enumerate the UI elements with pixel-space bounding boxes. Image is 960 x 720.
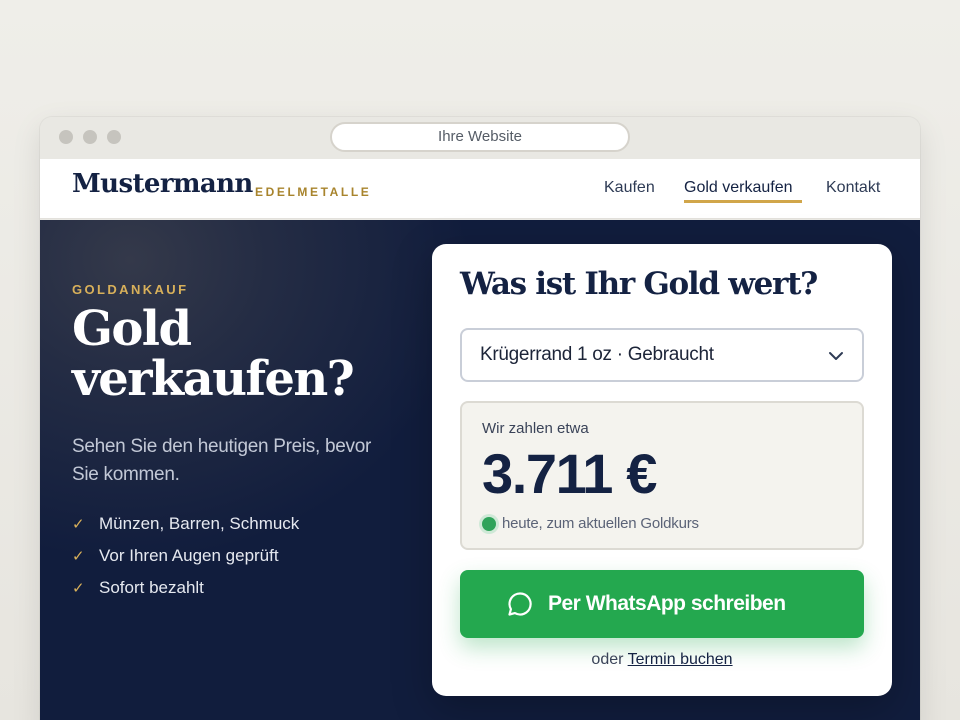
check-icon: ✓ — [72, 548, 85, 565]
check-icon: ✓ — [72, 516, 85, 533]
window-minimize-dot[interactable] — [83, 130, 97, 144]
nav-link-kontakt[interactable]: Kontakt — [826, 179, 880, 197]
book-appointment-link[interactable]: Termin buchen — [628, 651, 733, 668]
feature-label: Vor Ihren Augen geprüft — [99, 546, 279, 565]
product-select-value: Krügerrand 1 oz · Gebraucht — [480, 344, 714, 365]
window-maximize-dot[interactable] — [107, 130, 121, 144]
check-icon: ✓ — [72, 580, 85, 597]
headline-line-2: verkaufen? — [72, 351, 355, 407]
browser-chrome: Ihre Website — [40, 117, 920, 159]
address-bar[interactable]: Ihre Website — [330, 122, 630, 152]
feature-label: Münzen, Barren, Schmuck — [99, 514, 300, 533]
feature-list: ✓ Münzen, Barren, Schmuck ✓ Vor Ihren Auge… — [72, 514, 299, 610]
card-title: Was ist Ihr Gold wert? — [460, 266, 818, 302]
feature-item: ✓ Vor Ihren Augen geprüft — [72, 546, 299, 578]
feature-item: ✓ Sofort bezahlt — [72, 578, 299, 610]
chevron-down-icon — [829, 352, 843, 360]
quote-note: heute, zum aktuellen Goldkurs — [502, 515, 699, 532]
hero-section: GOLDANKAUF Gold verkaufen? Sehen Sie den… — [40, 220, 920, 720]
feature-item: ✓ Münzen, Barren, Schmuck — [72, 514, 299, 546]
whatsapp-button-label: Per WhatsApp schreiben — [548, 592, 786, 615]
hero-subtext: Sehen Sie den heutigen Preis, bevor Sie … — [72, 436, 371, 485]
price-card: Was ist Ihr Gold wert? Krügerrand 1 oz ·… — [432, 244, 892, 696]
alternative-action: oder Termin buchen — [432, 651, 892, 669]
browser-window: Ihre Website Mustermann EDELMETALLE Kauf… — [40, 117, 920, 720]
quote-price: 3.711 € — [482, 442, 657, 505]
brand-logo[interactable]: Mustermann — [72, 169, 253, 199]
window-close-dot[interactable] — [59, 130, 73, 144]
brand-suffix: EDELMETALLE — [255, 185, 372, 199]
quote-label: Wir zahlen etwa — [482, 420, 589, 437]
live-dot-icon — [482, 517, 496, 531]
hero-eyebrow: GOLDANKAUF — [72, 282, 189, 297]
feature-label: Sofort bezahlt — [99, 578, 204, 597]
product-select[interactable]: Krügerrand 1 oz · Gebraucht — [460, 328, 864, 382]
site-header: Mustermann EDELMETALLE Kaufen Gold verka… — [40, 159, 920, 219]
nav-link-kaufen[interactable]: Kaufen — [604, 179, 655, 197]
headline-line-1: Gold — [72, 301, 192, 357]
nav-active-indicator — [684, 200, 802, 203]
nav-link-gold-verkaufen[interactable]: Gold verkaufen — [684, 179, 793, 197]
whatsapp-icon — [508, 592, 532, 616]
price-quote-box: Wir zahlen etwa 3.711 € heute, zum aktue… — [460, 401, 864, 550]
whatsapp-button[interactable]: Per WhatsApp schreiben — [460, 570, 864, 638]
alt-prefix: oder — [591, 651, 624, 668]
hero-headline: Gold verkaufen? — [72, 304, 412, 404]
